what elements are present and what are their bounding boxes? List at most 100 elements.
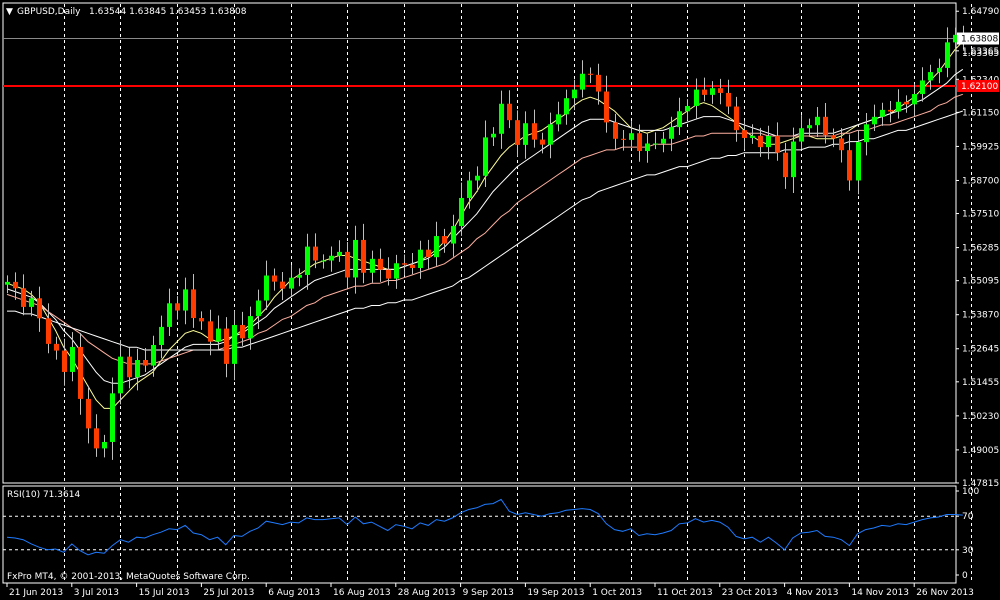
candle-bull[interactable] (548, 124, 553, 145)
candle-bull[interactable] (167, 303, 172, 327)
candle-bull[interactable] (653, 143, 658, 145)
candle-bull[interactable] (928, 72, 933, 81)
candle-bull[interactable] (451, 226, 456, 244)
candle-bull[interactable] (912, 94, 917, 105)
candle-bear[interactable] (702, 89, 707, 95)
candle-bull[interactable] (264, 275, 269, 301)
candle-bear[interactable] (742, 130, 747, 138)
candle-bull[interactable] (232, 324, 237, 364)
candle-bull[interactable] (70, 346, 75, 372)
candle-bear[interactable] (175, 303, 180, 311)
candle-bear[interactable] (78, 346, 83, 399)
candle-bear[interactable] (199, 318, 204, 322)
candle-bull[interactable] (110, 393, 115, 442)
candle-bull[interactable] (629, 133, 634, 140)
candle-bull[interactable] (694, 89, 699, 106)
candle-bear[interactable] (191, 289, 196, 319)
candle-bear[interactable] (426, 249, 431, 258)
menu-arrow-icon[interactable]: ▼ (6, 7, 13, 17)
candle-bull[interactable] (29, 298, 34, 307)
candle-bull[interactable] (880, 109, 885, 117)
candle-bull[interactable] (685, 105, 690, 112)
candle-bear[interactable] (62, 350, 67, 372)
candle-bear[interactable] (54, 343, 59, 351)
candle-bear[interactable] (13, 281, 18, 289)
candle-bull[interactable] (5, 281, 10, 285)
candle-bear[interactable] (46, 318, 51, 344)
candle-bear[interactable] (224, 328, 229, 364)
candle-bull[interactable] (766, 136, 771, 148)
candle-bear[interactable] (37, 298, 42, 319)
candle-bear[interactable] (904, 101, 909, 105)
candle-bull[interactable] (945, 42, 950, 68)
candle-bull[interactable] (896, 101, 901, 112)
candle-bull[interactable] (353, 239, 358, 278)
candle-bull[interactable] (677, 111, 682, 128)
candle-bear[interactable] (345, 251, 350, 278)
candle-bull[interactable] (872, 116, 877, 125)
candle-bear[interactable] (783, 152, 788, 178)
candle-bull[interactable] (564, 98, 569, 115)
candle-bear[interactable] (313, 246, 318, 261)
candle-bear[interactable] (604, 91, 609, 123)
candle-bull[interactable] (135, 359, 140, 378)
candle-bull[interactable] (499, 103, 504, 134)
candle-bear[interactable] (208, 321, 213, 342)
candle-bull[interactable] (248, 316, 253, 339)
candle-bear[interactable] (588, 73, 593, 75)
candle-bull[interactable] (750, 135, 755, 138)
candle-bull[interactable] (799, 128, 804, 142)
candle-bull[interactable] (815, 116, 820, 126)
candle-bull[interactable] (394, 263, 399, 279)
candle-bear[interactable] (86, 398, 91, 429)
candle-bear[interactable] (726, 92, 731, 107)
candle-bull[interactable] (791, 141, 796, 178)
candle-bear[interactable] (831, 135, 836, 139)
candle-bull[interactable] (580, 73, 585, 90)
candle-bull[interactable] (864, 124, 869, 143)
candle-bear[interactable] (718, 88, 723, 93)
candle-bull[interactable] (556, 114, 561, 125)
candle-bear[interactable] (596, 74, 601, 92)
candle-bull[interactable] (807, 125, 812, 129)
candle-bull[interactable] (118, 356, 123, 394)
trading-chart[interactable]: 1.647901.633651.623401.611501.599251.587… (0, 0, 1000, 600)
candle-bear[interactable] (402, 263, 407, 265)
candle-bull[interactable] (183, 289, 188, 311)
candle-bear[interactable] (823, 116, 828, 136)
candle-bull[interactable] (856, 142, 861, 181)
candle-bull[interactable] (710, 88, 715, 95)
candle-bear[interactable] (637, 133, 642, 152)
candle-bull[interactable] (669, 127, 674, 139)
candle-bull[interactable] (329, 255, 334, 261)
candle-bull[interactable] (102, 441, 107, 449)
candle-bear[interactable] (280, 281, 285, 289)
candle-bull[interactable] (491, 133, 496, 138)
candle-bull[interactable] (937, 67, 942, 73)
candle-bull[interactable] (467, 180, 472, 198)
candle-bull[interactable] (645, 143, 650, 152)
candle-bear[interactable] (758, 135, 763, 148)
candle-bear[interactable] (847, 150, 852, 181)
candle-bear[interactable] (386, 269, 391, 279)
candle-bull[interactable] (216, 328, 221, 342)
candle-bull[interactable] (434, 236, 439, 258)
candle-bull[interactable] (151, 344, 156, 366)
candle-bull[interactable] (475, 175, 480, 181)
candle-bear[interactable] (507, 103, 512, 121)
candle-bear[interactable] (127, 356, 132, 378)
candle-bear[interactable] (442, 236, 447, 244)
candle-bear[interactable] (361, 239, 366, 273)
candle-bull[interactable] (321, 260, 326, 262)
candle-bear[interactable] (410, 264, 415, 269)
candle-bull[interactable] (920, 80, 925, 95)
candle-bull[interactable] (523, 123, 528, 145)
candle-bear[interactable] (515, 120, 520, 145)
candle-bear[interactable] (94, 428, 99, 449)
candle-bull[interactable] (483, 137, 488, 176)
candle-bear[interactable] (888, 109, 893, 112)
candle-bear[interactable] (613, 122, 618, 139)
candle-bear[interactable] (143, 359, 148, 366)
candle-bull[interactable] (289, 277, 294, 289)
candle-bull[interactable] (297, 274, 302, 278)
